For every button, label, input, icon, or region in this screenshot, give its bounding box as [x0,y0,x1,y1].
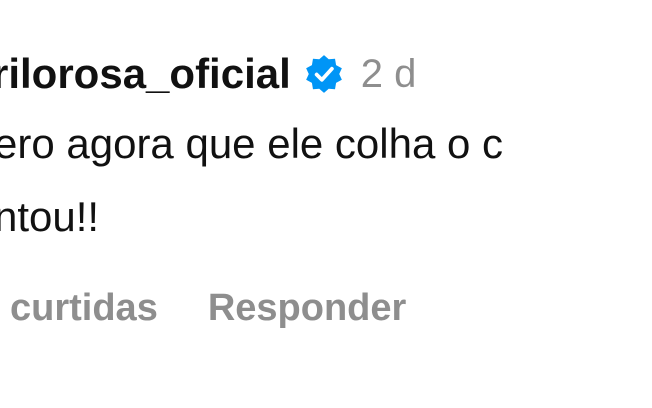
comment-text-line-1: ero agora que ele colha o c [0,120,504,167]
verified-badge-shape [305,55,342,93]
comment-username[interactable]: rilorosa_oficial [0,50,291,98]
likes-count-button[interactable]: curtidas [10,287,158,330]
comment-header: rilorosa_oficial 2 d [0,44,416,104]
comment-text-line-2: ntou!! [0,193,100,240]
reply-button[interactable]: Responder [208,287,406,330]
comment-timestamp[interactable]: 2 d [361,52,417,97]
comment-actions: curtidas Responder [0,278,406,338]
verified-badge-icon [303,53,345,95]
verified-badge-svg [305,55,342,93]
comment: rilorosa_oficial 2 d ero agora que ele c… [0,0,652,408]
